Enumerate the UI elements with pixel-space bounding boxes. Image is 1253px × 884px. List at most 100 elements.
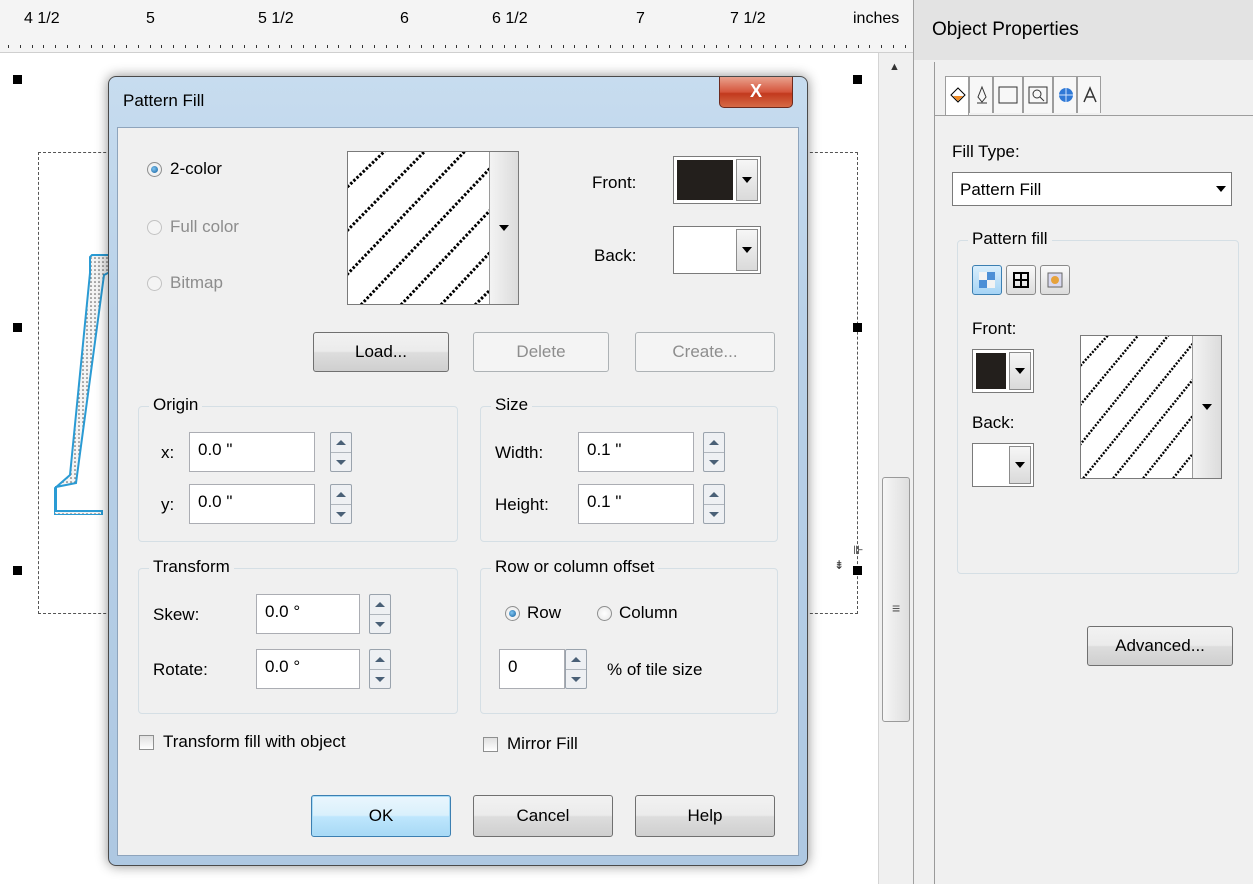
ruler-tick [114, 45, 115, 48]
ruler-tick [102, 45, 103, 48]
ruler-tick [775, 45, 776, 48]
scroll-up-icon[interactable]: ▲ [889, 61, 900, 73]
spin-up-icon[interactable] [331, 485, 351, 505]
ruler-tick [492, 45, 493, 48]
group-title: Size [491, 395, 533, 415]
spin-down-icon[interactable] [566, 669, 586, 688]
origin-y-spinner[interactable] [330, 484, 352, 524]
ruler-tick [55, 45, 56, 48]
tile-width-spinner[interactable] [703, 432, 725, 472]
column-label[interactable]: Column [619, 603, 678, 623]
origin-x-input[interactable]: 0.0 " [189, 432, 315, 472]
front-color-picker[interactable] [673, 156, 761, 204]
origin-y-input[interactable]: 0.0 " [189, 484, 315, 524]
spin-up-icon[interactable] [331, 433, 351, 453]
selection-handle[interactable] [13, 75, 22, 84]
pattern-preview-picker[interactable] [347, 151, 519, 305]
vertical-scrollbar[interactable]: ▲ ≡ [878, 53, 913, 884]
mirror-fill-checkbox[interactable] [483, 737, 498, 752]
two-color-pattern-button[interactable] [972, 265, 1002, 295]
front-color-picker[interactable] [972, 349, 1034, 393]
spin-down-icon[interactable] [331, 452, 351, 471]
spin-up-icon[interactable] [704, 485, 724, 505]
transform-fill-checkbox[interactable] [139, 735, 154, 750]
spin-down-icon[interactable] [704, 452, 724, 471]
selection-handle[interactable] [853, 566, 862, 575]
fill-icon [950, 87, 966, 103]
fill-type-select[interactable]: Pattern Fill [952, 172, 1232, 206]
scrollbar-thumb[interactable]: ≡ [882, 477, 910, 722]
offset-percent-spinner[interactable] [565, 649, 587, 689]
spin-up-icon[interactable] [370, 650, 390, 670]
tile-height-input[interactable]: 0.1 " [578, 484, 694, 524]
spin-up-icon[interactable] [704, 433, 724, 453]
full-color-radio[interactable] [147, 220, 162, 235]
selection-handle[interactable] [853, 75, 862, 84]
offset-percent-input[interactable]: 0 [499, 649, 565, 689]
back-label: Back: [594, 246, 637, 265]
close-button[interactable]: X [719, 77, 793, 108]
tab-internet[interactable] [1053, 76, 1077, 113]
ruler-tick [834, 45, 835, 48]
ruler-tick [669, 45, 670, 48]
tab-text[interactable] [1077, 76, 1101, 113]
spin-down-icon[interactable] [370, 614, 390, 633]
selected-shape[interactable] [54, 253, 114, 515]
rotate-input[interactable]: 0.0 ° [256, 649, 360, 689]
ruler-tick [799, 45, 800, 48]
back-color-picker[interactable] [673, 226, 761, 274]
skew-spinner[interactable] [369, 594, 391, 634]
spin-up-icon[interactable] [370, 595, 390, 615]
rotate-spinner[interactable] [369, 649, 391, 689]
selection-handle[interactable] [13, 323, 22, 332]
ruler-tick [610, 45, 611, 48]
two-color-pattern-icon [979, 272, 995, 288]
bitmap-label[interactable]: Bitmap [170, 273, 223, 293]
skew-input[interactable]: 0.0 ° [256, 594, 360, 634]
tab-frame[interactable] [993, 76, 1023, 113]
bitmap-radio[interactable] [147, 276, 162, 291]
horizontal-ruler[interactable]: 4 1/2 5 5 1/2 6 6 1/2 7 7 1/2 inches [0, 0, 913, 53]
ruler-tick [563, 45, 564, 48]
full-color-label[interactable]: Full color [170, 217, 239, 237]
ruler-tick [91, 45, 92, 48]
ruler-tick [622, 45, 623, 48]
selection-handle[interactable] [13, 566, 22, 575]
column-offset-radio[interactable] [597, 606, 612, 621]
front-label: Front: [972, 319, 1017, 338]
spin-down-icon[interactable] [704, 504, 724, 523]
tile-height-spinner[interactable] [703, 484, 725, 524]
tab-outline[interactable] [969, 76, 993, 113]
tab-summary[interactable] [1023, 76, 1053, 113]
width-label: Width: [495, 443, 544, 462]
ok-button[interactable]: OK [311, 795, 451, 837]
panel-body: Fill Type: Pattern Fill Pattern fill Fro… [934, 62, 1253, 884]
cancel-button[interactable]: Cancel [473, 795, 613, 837]
row-label[interactable]: Row [527, 603, 561, 623]
pattern-preview-picker[interactable] [1080, 335, 1222, 479]
spin-down-icon[interactable] [370, 669, 390, 688]
full-color-pattern-button[interactable] [1006, 265, 1036, 295]
delete-button[interactable]: Delete [473, 332, 609, 372]
spin-up-icon[interactable] [566, 650, 586, 670]
spin-down-icon[interactable] [331, 504, 351, 523]
selection-handle[interactable] [853, 323, 862, 332]
two-color-label[interactable]: 2-color [170, 159, 222, 179]
two-color-radio[interactable] [147, 162, 162, 177]
create-button[interactable]: Create... [635, 332, 775, 372]
skew-handle-icon[interactable]: ⇟ [834, 558, 844, 572]
row-offset-radio[interactable] [505, 606, 520, 621]
ruler-tick [657, 45, 658, 48]
origin-x-spinner[interactable] [330, 432, 352, 472]
advanced-button[interactable]: Advanced... [1087, 626, 1233, 666]
tab-fill[interactable] [945, 76, 969, 115]
load-button[interactable]: Load... [313, 332, 449, 372]
transform-fill-label[interactable]: Transform fill with object [163, 732, 346, 752]
tile-width-input[interactable]: 0.1 " [578, 432, 694, 472]
back-color-picker[interactable] [972, 443, 1034, 487]
bitmap-pattern-button[interactable] [1040, 265, 1070, 295]
ruler-tick [32, 45, 33, 48]
close-icon: X [749, 81, 762, 101]
mirror-fill-label[interactable]: Mirror Fill [507, 734, 578, 754]
help-button[interactable]: Help [635, 795, 775, 837]
